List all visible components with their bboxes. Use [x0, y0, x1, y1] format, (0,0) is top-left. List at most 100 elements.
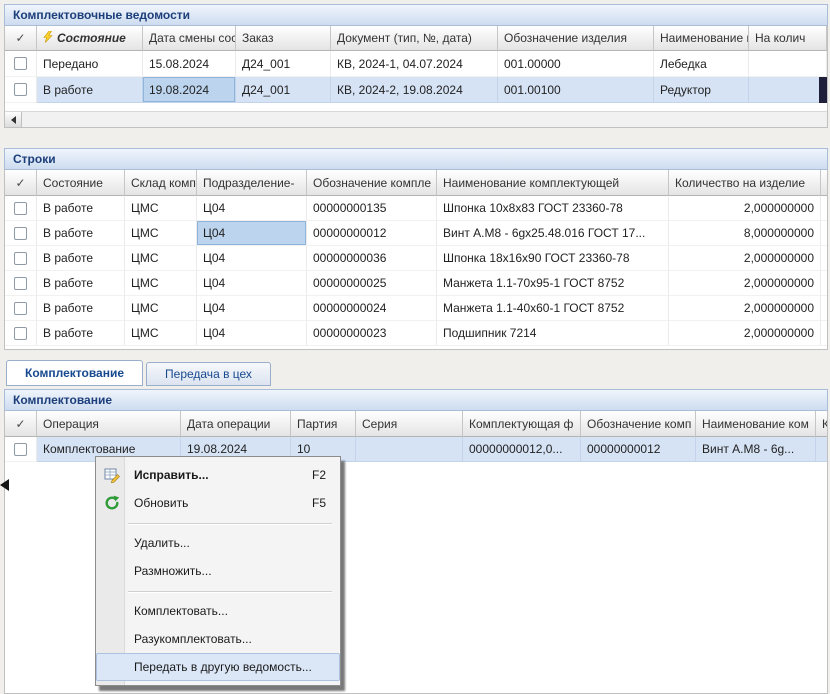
table-row[interactable]: Передано 15.08.2024 Д24_001 КВ, 2024-1, …	[5, 51, 827, 77]
cell-state: В работе	[37, 321, 125, 346]
cell-designation: 00000000012	[307, 221, 437, 246]
cell-qty: 2,000000000	[669, 196, 821, 221]
table-row[interactable]: В работе ЦМС Ц04 00000000024 Манжета 1.1…	[5, 296, 827, 321]
menu-item-label: Передать в другую ведомость...	[134, 660, 312, 674]
cell-warehouse: ЦМС	[125, 246, 197, 271]
menu-item-shortcut: F5	[312, 496, 326, 510]
horizontal-scrollbar[interactable]	[5, 111, 827, 127]
cell-order: Д24_001	[236, 77, 331, 103]
scroll-left-arrow-icon	[11, 116, 16, 124]
menu-item-delete[interactable]: Удалить...	[96, 529, 340, 557]
column-header-division[interactable]: Подразделение-	[197, 170, 307, 196]
row-checkbox[interactable]	[14, 57, 27, 70]
empty-icon-slot	[102, 535, 122, 551]
row-checkbox[interactable]	[14, 327, 27, 340]
table-row[interactable]: В работе ЦМС Ц04 00000000135 Шпонка 10x8…	[5, 196, 827, 221]
panel1-title: Комплектовочные ведомости	[4, 4, 828, 26]
row-checkbox[interactable]	[14, 277, 27, 290]
cell-component: 00000000012,0...	[463, 437, 581, 462]
table-header-row: ✓ Состояние Дата смены сост Заказ Докуме…	[5, 26, 827, 51]
panel-picking-lists: Комплектовочные ведомости ✓ Состояние Да…	[4, 4, 828, 128]
select-all-column-header[interactable]: ✓	[5, 411, 37, 437]
column-header-order[interactable]: Заказ	[236, 26, 331, 51]
column-header-extra[interactable]	[821, 170, 828, 196]
cell-qty	[749, 77, 827, 103]
row-select-cell	[5, 246, 37, 271]
cell-extra	[821, 246, 828, 271]
row-checkbox[interactable]	[14, 83, 27, 96]
column-header-series[interactable]: Серия	[356, 411, 463, 437]
cell-qty	[749, 51, 827, 77]
cell-designation: 001.00000	[498, 51, 654, 77]
menu-item-komplektovat[interactable]: Комплектовать...	[96, 597, 340, 625]
row-select-cell	[5, 51, 37, 77]
cell-designation: 00000000023	[307, 321, 437, 346]
row-select-cell	[5, 271, 37, 296]
column-header-designation[interactable]: Обозначение комп	[581, 411, 696, 437]
column-header-qty[interactable]: К	[816, 411, 828, 437]
row-checkbox[interactable]	[14, 443, 27, 456]
picking-lists-table: ✓ Состояние Дата смены сост Заказ Докуме…	[4, 26, 828, 128]
column-header-qty[interactable]: На колич	[749, 26, 827, 51]
cell-division: Ц04	[197, 296, 307, 321]
cell-division-focused: Ц04	[197, 221, 307, 246]
cell-name: Винт А.М8 - 6gx25.48.016 ГОСТ 17...	[437, 221, 669, 246]
column-header-name[interactable]: Наименование комплектующей	[437, 170, 669, 196]
cell-designation: 00000000025	[307, 271, 437, 296]
column-header-operation[interactable]: Операция	[37, 411, 181, 437]
column-header-component[interactable]: Комплектующая ф	[463, 411, 581, 437]
column-header-qty[interactable]: Количество на изделие	[669, 170, 821, 196]
cell-warehouse: ЦМС	[125, 196, 197, 221]
column-header-name[interactable]: Наименование ком	[696, 411, 816, 437]
row-checkbox[interactable]	[14, 302, 27, 315]
column-header-document[interactable]: Документ (тип, №, дата)	[331, 26, 498, 51]
row-checkbox[interactable]	[14, 202, 27, 215]
cell-name: Винт А.М8 - 6g...	[696, 437, 816, 462]
select-all-column-header[interactable]: ✓	[5, 26, 37, 51]
cell-designation: 001.00100	[498, 77, 654, 103]
menu-item-transfer-to-other-list[interactable]: Передать в другую ведомость...	[96, 653, 340, 681]
cell-warehouse: ЦМС	[125, 321, 197, 346]
menu-item-razukomplektovat[interactable]: Разукомплектовать...	[96, 625, 340, 653]
cell-extra	[821, 221, 828, 246]
scroll-left-button[interactable]	[5, 112, 22, 127]
cell-document: КВ, 2024-2, 19.08.2024	[331, 77, 498, 103]
cell-name: Подшипник 7214	[437, 321, 669, 346]
column-header-state[interactable]: Состояние	[37, 170, 125, 196]
tab-komplektovanie[interactable]: Комплектование	[6, 360, 143, 386]
column-header-state[interactable]: Состояние	[37, 26, 143, 51]
row-select-cell	[5, 321, 37, 346]
column-header-designation[interactable]: Обозначение изделия	[498, 26, 654, 51]
tab-peredacha-v-tseh[interactable]: Передача в цех	[146, 362, 271, 386]
row-checkbox[interactable]	[14, 227, 27, 240]
bottom-tab-bar: Комплектование Передача в цех	[6, 360, 271, 386]
select-all-column-header[interactable]: ✓	[5, 170, 37, 196]
cell-state: В работе	[37, 246, 125, 271]
cell-state: В работе	[37, 221, 125, 246]
table-row[interactable]: В работе ЦМС Ц04 00000000025 Манжета 1.1…	[5, 271, 827, 296]
column-header-date[interactable]: Дата смены сост	[143, 26, 236, 51]
cell-name: Лебедка	[654, 51, 749, 77]
column-header-warehouse[interactable]: Склад комп	[125, 170, 197, 196]
table-row[interactable]: В работе ЦМС Ц04 00000000036 Шпонка 18x1…	[5, 246, 827, 271]
column-header-batch[interactable]: Партия	[291, 411, 356, 437]
cell-designation: 00000000135	[307, 196, 437, 221]
row-checkbox[interactable]	[14, 252, 27, 265]
table-row[interactable]: В работе ЦМС Ц04 00000000023 Подшипник 7…	[5, 321, 827, 346]
menu-item-label: Удалить...	[134, 536, 190, 550]
table-row[interactable]: В работе ЦМС Ц04 00000000012 Винт А.М8 -…	[5, 221, 827, 246]
column-header-date[interactable]: Дата операции	[181, 411, 291, 437]
row-select-cell	[5, 296, 37, 321]
column-header-name[interactable]: Наименование изд	[654, 26, 749, 51]
table-row-selected[interactable]: В работе 19.08.2024 Д24_001 КВ, 2024-2, …	[5, 77, 827, 103]
cell-qty	[816, 437, 828, 462]
cell-state: Передано	[37, 51, 143, 77]
cell-designation: 00000000012	[581, 437, 696, 462]
cell-qty: 2,000000000	[669, 271, 821, 296]
cell-division: Ц04	[197, 271, 307, 296]
menu-item-duplicate[interactable]: Размножить...	[96, 557, 340, 585]
menu-item-refresh[interactable]: Обновить F5	[96, 489, 340, 517]
cell-division: Ц04	[197, 196, 307, 221]
menu-item-edit[interactable]: Исправить... F2	[96, 461, 340, 489]
column-header-designation[interactable]: Обозначение компле	[307, 170, 437, 196]
